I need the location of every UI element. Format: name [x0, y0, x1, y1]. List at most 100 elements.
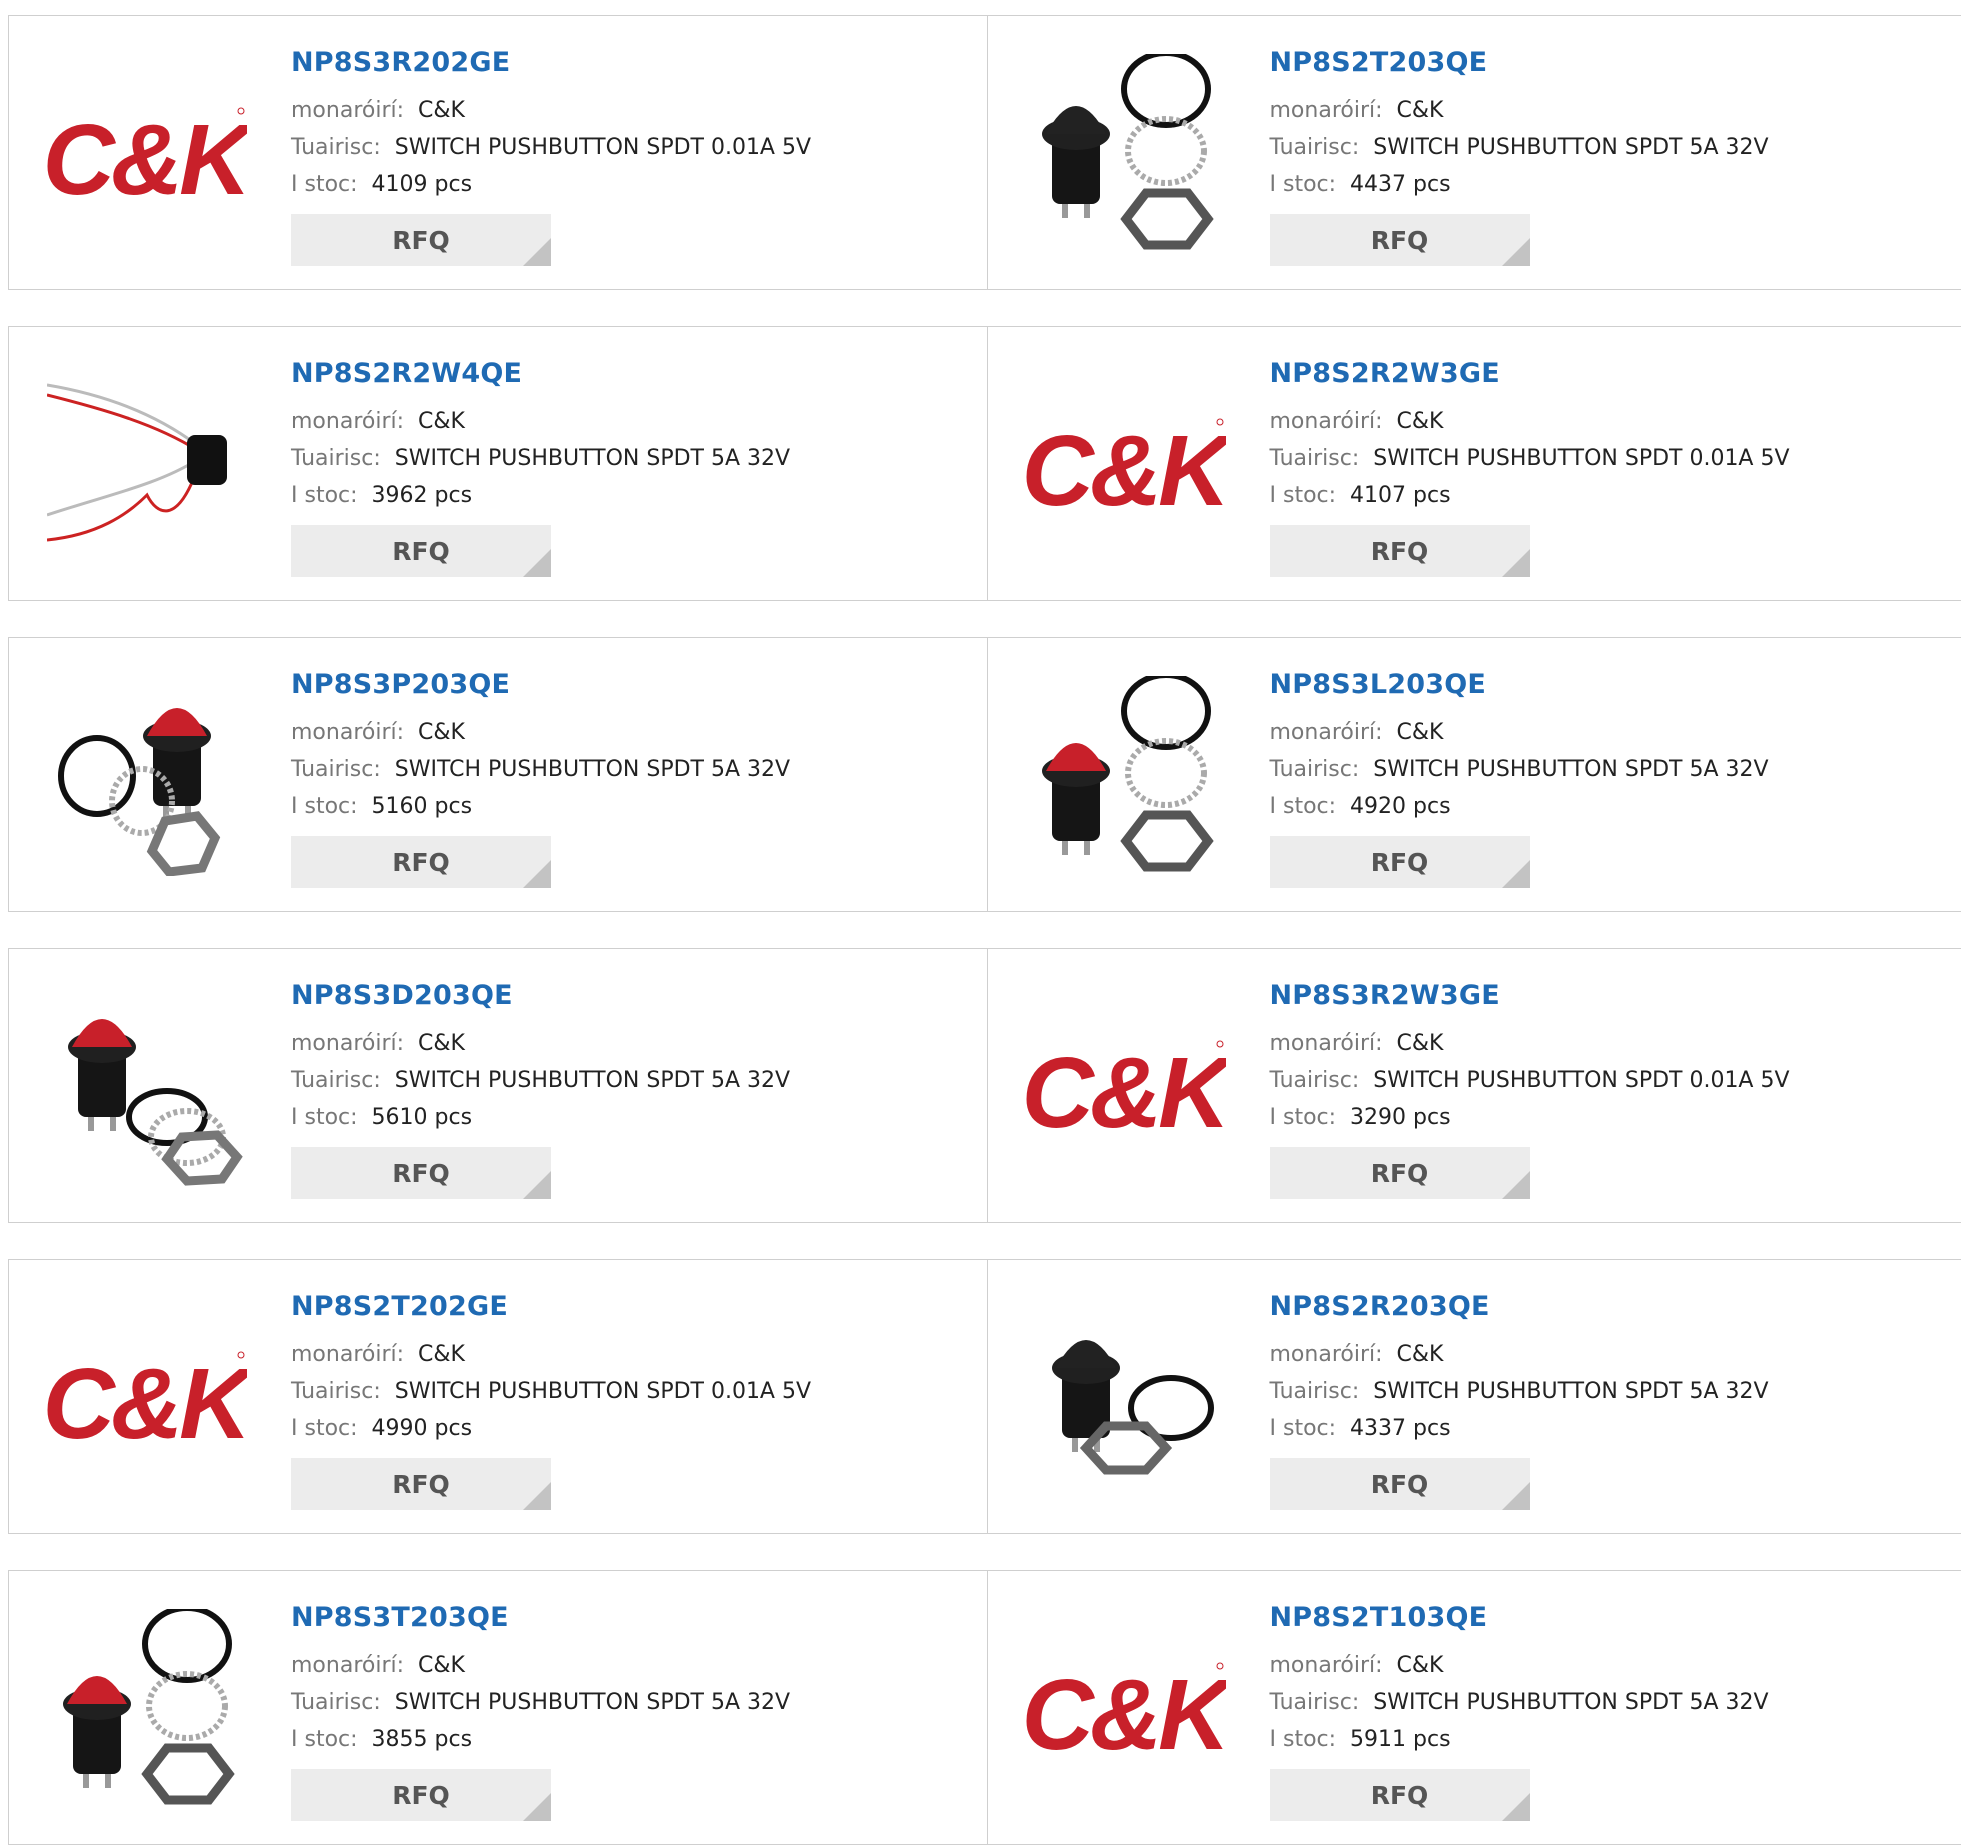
rfq-label: RFQ: [1371, 537, 1429, 566]
rfq-button[interactable]: RFQ: [1270, 1769, 1530, 1821]
manufacturer-label: monaróirí:: [291, 1342, 404, 1367]
stock-label: I stoc:: [1270, 483, 1337, 508]
manufacturer-value: C&K: [418, 1653, 465, 1678]
stock-line: I stoc:3855 pcs: [291, 1721, 790, 1758]
description-line: Tuairisc:SWITCH PUSHBUTTON SPDT 0.01A 5V: [291, 129, 811, 166]
rfq-button[interactable]: RFQ: [1270, 836, 1530, 888]
product-card: C&K NP8S3R202GEmonaróirí:C&KTuairisc:SWIT…: [9, 16, 987, 289]
product-card: NP8S2R2W4QEmonaróirí:C&KTuairisc:SWITCH …: [9, 327, 987, 600]
svg-text:C&K: C&K: [1026, 1037, 1226, 1142]
product-image[interactable]: [47, 676, 247, 876]
rfq-button[interactable]: RFQ: [291, 1147, 551, 1199]
part-number-link[interactable]: NP8S2R203QE: [1270, 1290, 1769, 1324]
description-label: Tuairisc:: [1270, 135, 1360, 160]
part-number-link[interactable]: NP8S3T203QE: [291, 1601, 790, 1635]
product-image[interactable]: C&K: [1026, 987, 1226, 1187]
rfq-button[interactable]: RFQ: [291, 525, 551, 577]
manufacturer-line: monaróirí:C&K: [291, 714, 790, 751]
part-number-link[interactable]: NP8S2T103QE: [1270, 1601, 1769, 1635]
part-number-link[interactable]: NP8S2R2W3GE: [1270, 357, 1790, 391]
description-line: Tuairisc:SWITCH PUSHBUTTON SPDT 0.01A 5V: [291, 1373, 811, 1410]
product-info: NP8S3R202GEmonaróirí:C&KTuairisc:SWITCH …: [291, 46, 811, 266]
description-label: Tuairisc:: [291, 1690, 381, 1715]
rfq-button[interactable]: RFQ: [291, 1769, 551, 1821]
svg-text:C&K: C&K: [1026, 1659, 1226, 1764]
part-number-link[interactable]: NP8S3R202GE: [291, 46, 811, 80]
stock-line: I stoc:5160 pcs: [291, 788, 790, 825]
product-info: NP8S3D203QEmonaróirí:C&KTuairisc:SWITCH …: [291, 979, 790, 1199]
product-image[interactable]: C&K: [47, 1298, 247, 1498]
description-line: Tuairisc:SWITCH PUSHBUTTON SPDT 5A 32V: [291, 751, 790, 788]
part-number-link[interactable]: NP8S3P203QE: [291, 668, 790, 702]
product-image[interactable]: [47, 1609, 247, 1809]
product-image[interactable]: [47, 365, 247, 565]
product-info: NP8S3P203QE monaróirí:C&KTuairisc:SWITCH …: [291, 668, 790, 888]
part-number-link[interactable]: NP8S2T203QE: [1270, 46, 1769, 80]
rfq-label: RFQ: [392, 226, 450, 255]
stock-line: I stoc:5610 pcs: [291, 1099, 790, 1136]
description-label: Tuairisc:: [1270, 1068, 1360, 1093]
part-number-link[interactable]: NP8S3R2W3GE: [1270, 979, 1790, 1013]
description-line: Tuairisc:SWITCH PUSHBUTTON SPDT 5A 32V: [291, 440, 790, 477]
stock-line: I stoc:4437 pcs: [1270, 166, 1769, 203]
rfq-button[interactable]: RFQ: [291, 214, 551, 266]
product-image[interactable]: [1026, 676, 1226, 876]
product-image[interactable]: [1026, 54, 1226, 254]
corner-triangle-icon: [523, 1482, 551, 1510]
description-line: Tuairisc:SWITCH PUSHBUTTON SPDT 0.01A 5V: [1270, 1062, 1790, 1099]
manufacturer-line: monaróirí:C&K: [1270, 92, 1769, 129]
product-image[interactable]: C&K: [47, 54, 247, 254]
manufacturer-label: monaróirí:: [1270, 1031, 1383, 1056]
product-card: C&KNP8S2T202GEmonaróirí:C&KTuairisc:SWIT…: [9, 1260, 987, 1533]
stock-line: I stoc:3290 pcs: [1270, 1099, 1790, 1136]
stock-value: 4337 pcs: [1350, 1416, 1451, 1441]
product-row: NP8S3D203QEmonaróirí:C&KTuairisc:SWITCH …: [8, 948, 1961, 1223]
description-label: Tuairisc:: [291, 1379, 381, 1404]
product-image[interactable]: [47, 987, 247, 1187]
manufacturer-value: C&K: [418, 1031, 465, 1056]
product-image[interactable]: C&K: [1026, 365, 1226, 565]
product-row: NP8S2R2W4QE monaróirí: C&K Tuairisc:SWITCH …: [8, 326, 1961, 601]
product-info: NP8S2R203QEmonaróirí:C&KTuairisc:SWITCH …: [1270, 1290, 1769, 1510]
rfq-label: RFQ: [392, 1159, 450, 1188]
product-row: C&KNP8S2T202GEmonaróirí:C&KTuairisc:SWIT…: [8, 1259, 1961, 1534]
corner-triangle-icon: [523, 1793, 551, 1821]
product-info: NP8S2R2W3GEmonaróirí:C&KTuairisc:SWITCH …: [1270, 357, 1790, 577]
corner-triangle-icon: [1502, 1793, 1530, 1821]
corner-triangle-icon: [523, 1171, 551, 1199]
rfq-button[interactable]: RFQ: [291, 836, 551, 888]
stock-value: 5610 pcs: [372, 1105, 473, 1130]
manufacturer-value: C&K: [1397, 98, 1444, 123]
product-image[interactable]: [1026, 1298, 1226, 1498]
part-number-link[interactable]: NP8S2R2W4QE: [291, 357, 790, 391]
manufacturer-label: monaróirí:: [1270, 1342, 1383, 1367]
description-line: Tuairisc:SWITCH PUSHBUTTON SPDT 5A 32V: [1270, 1684, 1769, 1721]
part-number-link[interactable]: NP8S3D203QE: [291, 979, 790, 1013]
description-value: SWITCH PUSHBUTTON SPDT 5A 32V: [395, 1068, 790, 1093]
part-number-link[interactable]: NP8S3L203QE: [1270, 668, 1769, 702]
manufacturer-label: monaróirí:: [1270, 409, 1383, 434]
description-line: Tuairisc:SWITCH PUSHBUTTON SPDT 5A 32V: [1270, 1373, 1769, 1410]
rfq-button[interactable]: RFQ: [1270, 214, 1530, 266]
svg-text:C&K: C&K: [47, 104, 247, 209]
product-card: NP8S2T203QEmonaróirí:C&KTuairisc:SWITCH …: [987, 16, 1961, 289]
rfq-button[interactable]: RFQ: [1270, 525, 1530, 577]
stock-value: 5160 pcs: [372, 794, 473, 819]
description-value: SWITCH PUSHBUTTON SPDT 0.01A 5V: [1373, 446, 1789, 471]
rfq-label: RFQ: [1371, 848, 1429, 877]
manufacturer-label: monaróirí:: [291, 1653, 404, 1678]
description-label: Tuairisc:: [291, 757, 381, 782]
description-label: Tuairisc:: [291, 1068, 381, 1093]
rfq-button[interactable]: RFQ: [291, 1458, 551, 1510]
product-row: NP8S3P203QE monaróirí:C&KTuairisc:SWITCH …: [8, 637, 1961, 912]
product-image[interactable]: C&K: [1026, 1609, 1226, 1809]
corner-triangle-icon: [1502, 1171, 1530, 1199]
stock-label: I stoc:: [1270, 1105, 1337, 1130]
rfq-button[interactable]: RFQ: [1270, 1458, 1530, 1510]
product-card: NP8S3L203QEmonaróirí:C&KTuairisc:SWITCH …: [987, 638, 1961, 911]
stock-label: I stoc:: [1270, 1416, 1337, 1441]
part-number-link[interactable]: NP8S2T202GE: [291, 1290, 811, 1324]
description-value: SWITCH PUSHBUTTON SPDT 0.01A 5V: [395, 135, 811, 160]
rfq-button[interactable]: RFQ: [1270, 1147, 1530, 1199]
description-label: Tuairisc:: [1270, 1379, 1360, 1404]
